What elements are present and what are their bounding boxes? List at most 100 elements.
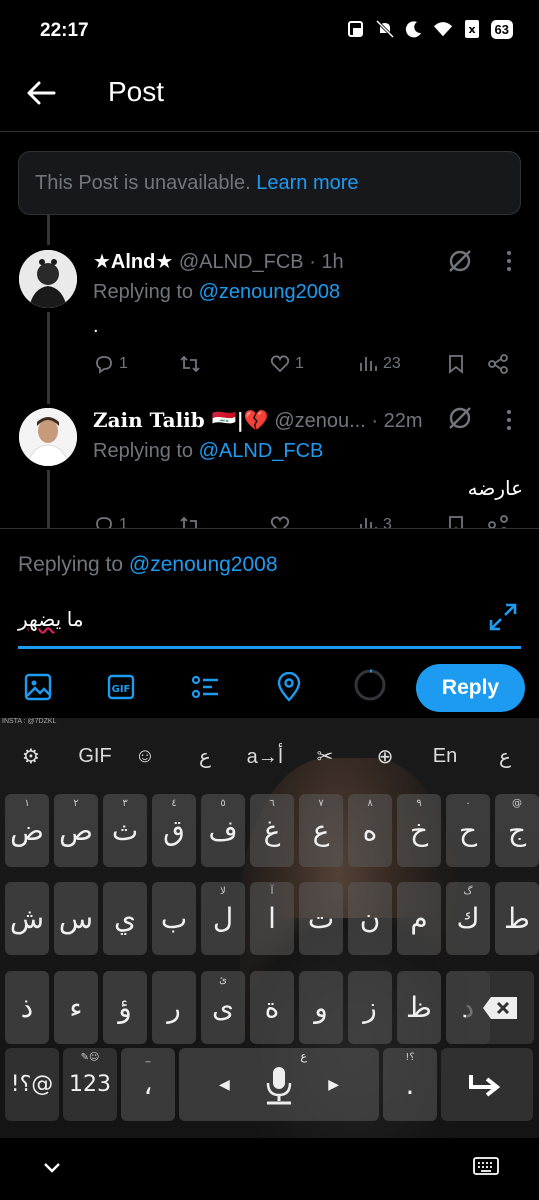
- bookmark-action[interactable]: [445, 514, 467, 528]
- key-row3-3[interactable]: ر: [152, 971, 196, 1044]
- back-button[interactable]: [24, 76, 64, 110]
- key-row2-5[interactable]: آا: [250, 882, 294, 955]
- bookmark-icon: [449, 516, 463, 528]
- key-row2-7[interactable]: ن: [348, 882, 392, 955]
- more-options-icon[interactable]: [495, 247, 523, 275]
- key-row1-6[interactable]: ٧ع: [299, 794, 343, 867]
- key-row2-10[interactable]: ط: [495, 882, 539, 955]
- gif-key-icon[interactable]: GIF: [70, 736, 120, 776]
- more-options-icon[interactable]: [495, 406, 523, 434]
- svg-text:x: x: [468, 23, 475, 36]
- replying-to-link[interactable]: @ALND_FCB: [199, 440, 324, 462]
- globe-icon[interactable]: ⊕: [370, 736, 400, 776]
- expand-icon[interactable]: [487, 601, 519, 633]
- poll-icon[interactable]: [190, 672, 220, 702]
- share-action[interactable]: [487, 353, 509, 375]
- keyboard-toolbar: ⚙ GIF ☺ ع a→أ ✂ ⊕ En ع: [0, 736, 539, 780]
- user-handle[interactable]: @ALND_FCB: [179, 251, 304, 273]
- arabic-layout-icon[interactable]: ع: [490, 736, 520, 776]
- key-label: ج: [507, 814, 527, 847]
- repost-action[interactable]: [179, 514, 201, 528]
- like-action[interactable]: [269, 514, 291, 528]
- key-hint: ٧: [318, 798, 324, 809]
- key-row1-1[interactable]: ٢ص: [54, 794, 98, 867]
- transliterate-icon[interactable]: a→أ: [240, 736, 290, 776]
- clipboard-icon[interactable]: ✂: [310, 736, 340, 776]
- key-row2-1[interactable]: س: [54, 882, 98, 955]
- emoji-icon[interactable]: ☺: [130, 736, 160, 776]
- key-row3-5[interactable]: ة: [250, 971, 294, 1044]
- reply-action[interactable]: 1: [93, 353, 128, 375]
- reply-action[interactable]: 1: [93, 514, 128, 528]
- avatar[interactable]: [19, 408, 77, 466]
- key-row1-8[interactable]: ٩خ: [397, 794, 441, 867]
- share-action[interactable]: [487, 514, 509, 528]
- key-row2-4[interactable]: لا ل: [201, 882, 245, 955]
- key-row1-5[interactable]: ٦غ: [250, 794, 294, 867]
- settings-icon[interactable]: ⚙: [16, 736, 46, 776]
- key-row2-3[interactable]: ب: [152, 882, 196, 955]
- reply-icon: [96, 517, 112, 528]
- key-row1-0[interactable]: ١ض: [5, 794, 49, 867]
- learn-more-link[interactable]: Learn more: [256, 172, 358, 194]
- key-label: خ: [409, 814, 429, 847]
- reply-text-input[interactable]: ما يضهر: [18, 607, 84, 632]
- hide-keyboard-icon[interactable]: [40, 1156, 64, 1180]
- key-row3-2[interactable]: ؤ: [103, 971, 147, 1044]
- language-key[interactable]: En: [430, 736, 460, 776]
- comma-key[interactable]: _ ،: [121, 1048, 175, 1121]
- key-row2-0[interactable]: ش: [5, 882, 49, 955]
- bookmark-action[interactable]: [445, 353, 467, 375]
- keyboard-switch-icon[interactable]: [473, 1156, 499, 1178]
- key-row2-6[interactable]: ت: [299, 882, 343, 955]
- display-name[interactable]: Zain Talib 🇮🇶|💔: [93, 408, 269, 432]
- enter-key[interactable]: [441, 1048, 533, 1121]
- key-row3-0[interactable]: ذ: [5, 971, 49, 1044]
- grok-icon[interactable]: [446, 404, 474, 432]
- views-action[interactable]: 23: [357, 353, 401, 375]
- key-row1-4[interactable]: ٥ف: [201, 794, 245, 867]
- backspace-key[interactable]: [466, 971, 534, 1044]
- key-row2-9[interactable]: گك: [446, 882, 490, 955]
- key-label: ك: [456, 902, 480, 935]
- key-row3-7[interactable]: ز: [348, 971, 392, 1044]
- key-row1-9[interactable]: ٠ح: [446, 794, 490, 867]
- replying-to-link[interactable]: @zenoung2008: [199, 281, 341, 303]
- key-row3-4[interactable]: ئى: [201, 971, 245, 1044]
- key-hint: ئ: [219, 975, 227, 986]
- key-row2-8[interactable]: م: [397, 882, 441, 955]
- key-label: ف: [208, 814, 238, 847]
- avatar[interactable]: [19, 250, 77, 308]
- key-row2-2[interactable]: ي: [103, 882, 147, 955]
- period-key[interactable]: !؟ .: [383, 1048, 437, 1121]
- numbers-key[interactable]: ✎☺ 123: [63, 1048, 117, 1121]
- image-icon[interactable]: [23, 672, 53, 702]
- key-row1-2[interactable]: ٣ث: [103, 794, 147, 867]
- key-row1-7[interactable]: ٨ه: [348, 794, 392, 867]
- display-name[interactable]: ★Alnd★: [93, 251, 173, 273]
- key-row1-3[interactable]: ٤ق: [152, 794, 196, 867]
- key-row3-8[interactable]: ظ: [397, 971, 441, 1044]
- grok-icon[interactable]: [446, 247, 474, 275]
- share-icon: [488, 515, 508, 528]
- tweet-item[interactable]: Zain Talib 🇮🇶|💔 @zenou... · 22m Replying…: [0, 404, 539, 528]
- key-row1-10[interactable]: @ ج: [495, 794, 539, 867]
- reply-button[interactable]: Reply: [416, 664, 525, 712]
- key-row3-6[interactable]: و: [299, 971, 343, 1044]
- replying-to-link[interactable]: @zenoung2008: [129, 553, 278, 576]
- key-row3-1[interactable]: ء: [54, 971, 98, 1044]
- key-label: ز: [363, 991, 377, 1024]
- like-action[interactable]: 1: [269, 353, 304, 375]
- location-icon[interactable]: [274, 672, 304, 702]
- replying-label: Replying to: [18, 553, 124, 576]
- user-handle[interactable]: @zenou...: [274, 410, 365, 432]
- misspelled-word[interactable]: يضهر: [18, 609, 61, 631]
- space-key[interactable]: ◀ ▶ ع: [179, 1048, 379, 1121]
- repost-action[interactable]: [179, 353, 205, 375]
- tweet-item[interactable]: ★Alnd★ @ALND_FCB · 1h Replying to @zenou…: [0, 245, 539, 395]
- symbols-key[interactable]: !؟@: [5, 1048, 59, 1121]
- gif-icon[interactable]: GIF: [106, 672, 136, 702]
- arabic-input-icon[interactable]: ع: [190, 736, 220, 776]
- soft-keyboard: INSTA : @7DZKL ⚙ GIF ☺ ع a→أ ✂ ⊕ En ع ١ض٢ص٣ث٤ق٥ف…: [0, 718, 539, 1138]
- views-action[interactable]: 3: [357, 514, 392, 528]
